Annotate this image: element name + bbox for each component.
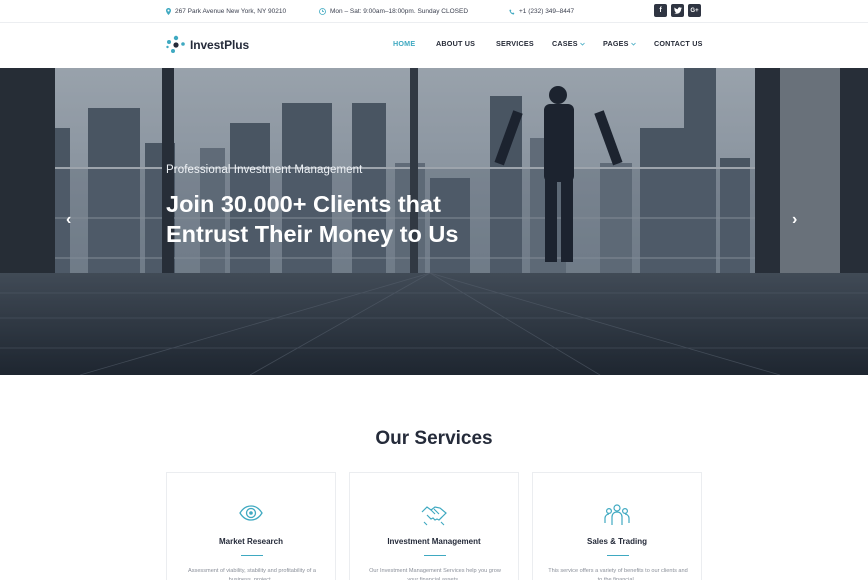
hours-item: Mon – Sat: 9:00am–18:00pm. Sunday CLOSED bbox=[319, 0, 468, 23]
main-navbar: InvestPlus HOME ABOUT US SERVICES CASES … bbox=[0, 23, 868, 68]
nav-cases[interactable]: CASES bbox=[552, 39, 585, 48]
nav-cases-label: CASES bbox=[552, 39, 578, 48]
nav-home[interactable]: HOME bbox=[393, 39, 415, 48]
service-card-market-research[interactable]: Market Research Assessment of viability,… bbox=[166, 472, 336, 580]
service-card-title: Sales & Trading bbox=[586, 537, 648, 546]
eye-icon bbox=[167, 503, 335, 523]
slider-prev-arrow[interactable]: ‹ bbox=[66, 212, 71, 228]
hero-subtitle: Professional Investment Management bbox=[166, 164, 363, 176]
service-card-desc: Assessment of viability, stability and p… bbox=[188, 568, 316, 580]
service-card-desc: Our Investment Management Services help … bbox=[369, 568, 501, 580]
service-card-desc: This service offers a variety of benefit… bbox=[548, 568, 688, 580]
phone-icon bbox=[509, 8, 515, 14]
service-card-title: Market Research bbox=[218, 537, 284, 546]
nav-pages[interactable]: PAGES bbox=[603, 39, 636, 48]
phone-text[interactable]: +1 (232) 349–8447 bbox=[519, 8, 574, 15]
top-info-bar: 267 Park Avenue New York, NY 90210 Mon –… bbox=[0, 0, 868, 23]
accent-divider bbox=[607, 555, 629, 556]
accent-divider bbox=[424, 555, 446, 556]
hero-title: Join 30.000+ Clients that Entrust Their … bbox=[166, 191, 459, 247]
address-text: 267 Park Avenue New York, NY 90210 bbox=[175, 8, 287, 15]
nav-about-us[interactable]: ABOUT US bbox=[436, 39, 475, 48]
service-card-title: Investment Management bbox=[387, 537, 481, 546]
facebook-icon[interactable]: f bbox=[654, 4, 667, 17]
nav-pages-label: PAGES bbox=[603, 39, 629, 48]
slider-next-arrow[interactable]: › bbox=[792, 212, 797, 228]
nav-contact-us[interactable]: CONTACT US bbox=[654, 39, 703, 48]
chevron-down-icon bbox=[630, 42, 636, 46]
phone-item[interactable]: +1 (232) 349–8447 bbox=[509, 0, 574, 23]
address-item: 267 Park Avenue New York, NY 90210 bbox=[166, 0, 286, 23]
logo-dots-icon bbox=[166, 35, 185, 53]
hero-slider: Professional Investment Management Join … bbox=[0, 68, 868, 375]
service-card-sales-trading[interactable]: Sales & Trading This service offers a va… bbox=[532, 472, 702, 580]
clock-icon bbox=[319, 8, 326, 15]
accent-divider bbox=[241, 555, 263, 556]
brand-name: InvestPlus bbox=[190, 37, 250, 52]
twitter-icon[interactable] bbox=[671, 4, 684, 17]
service-card-investment-management[interactable]: Investment Management Our Investment Man… bbox=[349, 472, 519, 580]
hours-text: Mon – Sat: 9:00am–18:00pm. Sunday CLOSED bbox=[330, 8, 469, 15]
google-plus-icon[interactable]: G+ bbox=[688, 4, 701, 17]
map-pin-icon bbox=[166, 8, 171, 15]
handshake-icon bbox=[350, 503, 518, 527]
nav-services[interactable]: SERVICES bbox=[496, 39, 534, 48]
services-heading: Our Services bbox=[375, 428, 493, 449]
chevron-down-icon bbox=[579, 42, 585, 46]
team-icon bbox=[533, 503, 701, 527]
brand-logo[interactable]: InvestPlus bbox=[166, 35, 249, 54]
